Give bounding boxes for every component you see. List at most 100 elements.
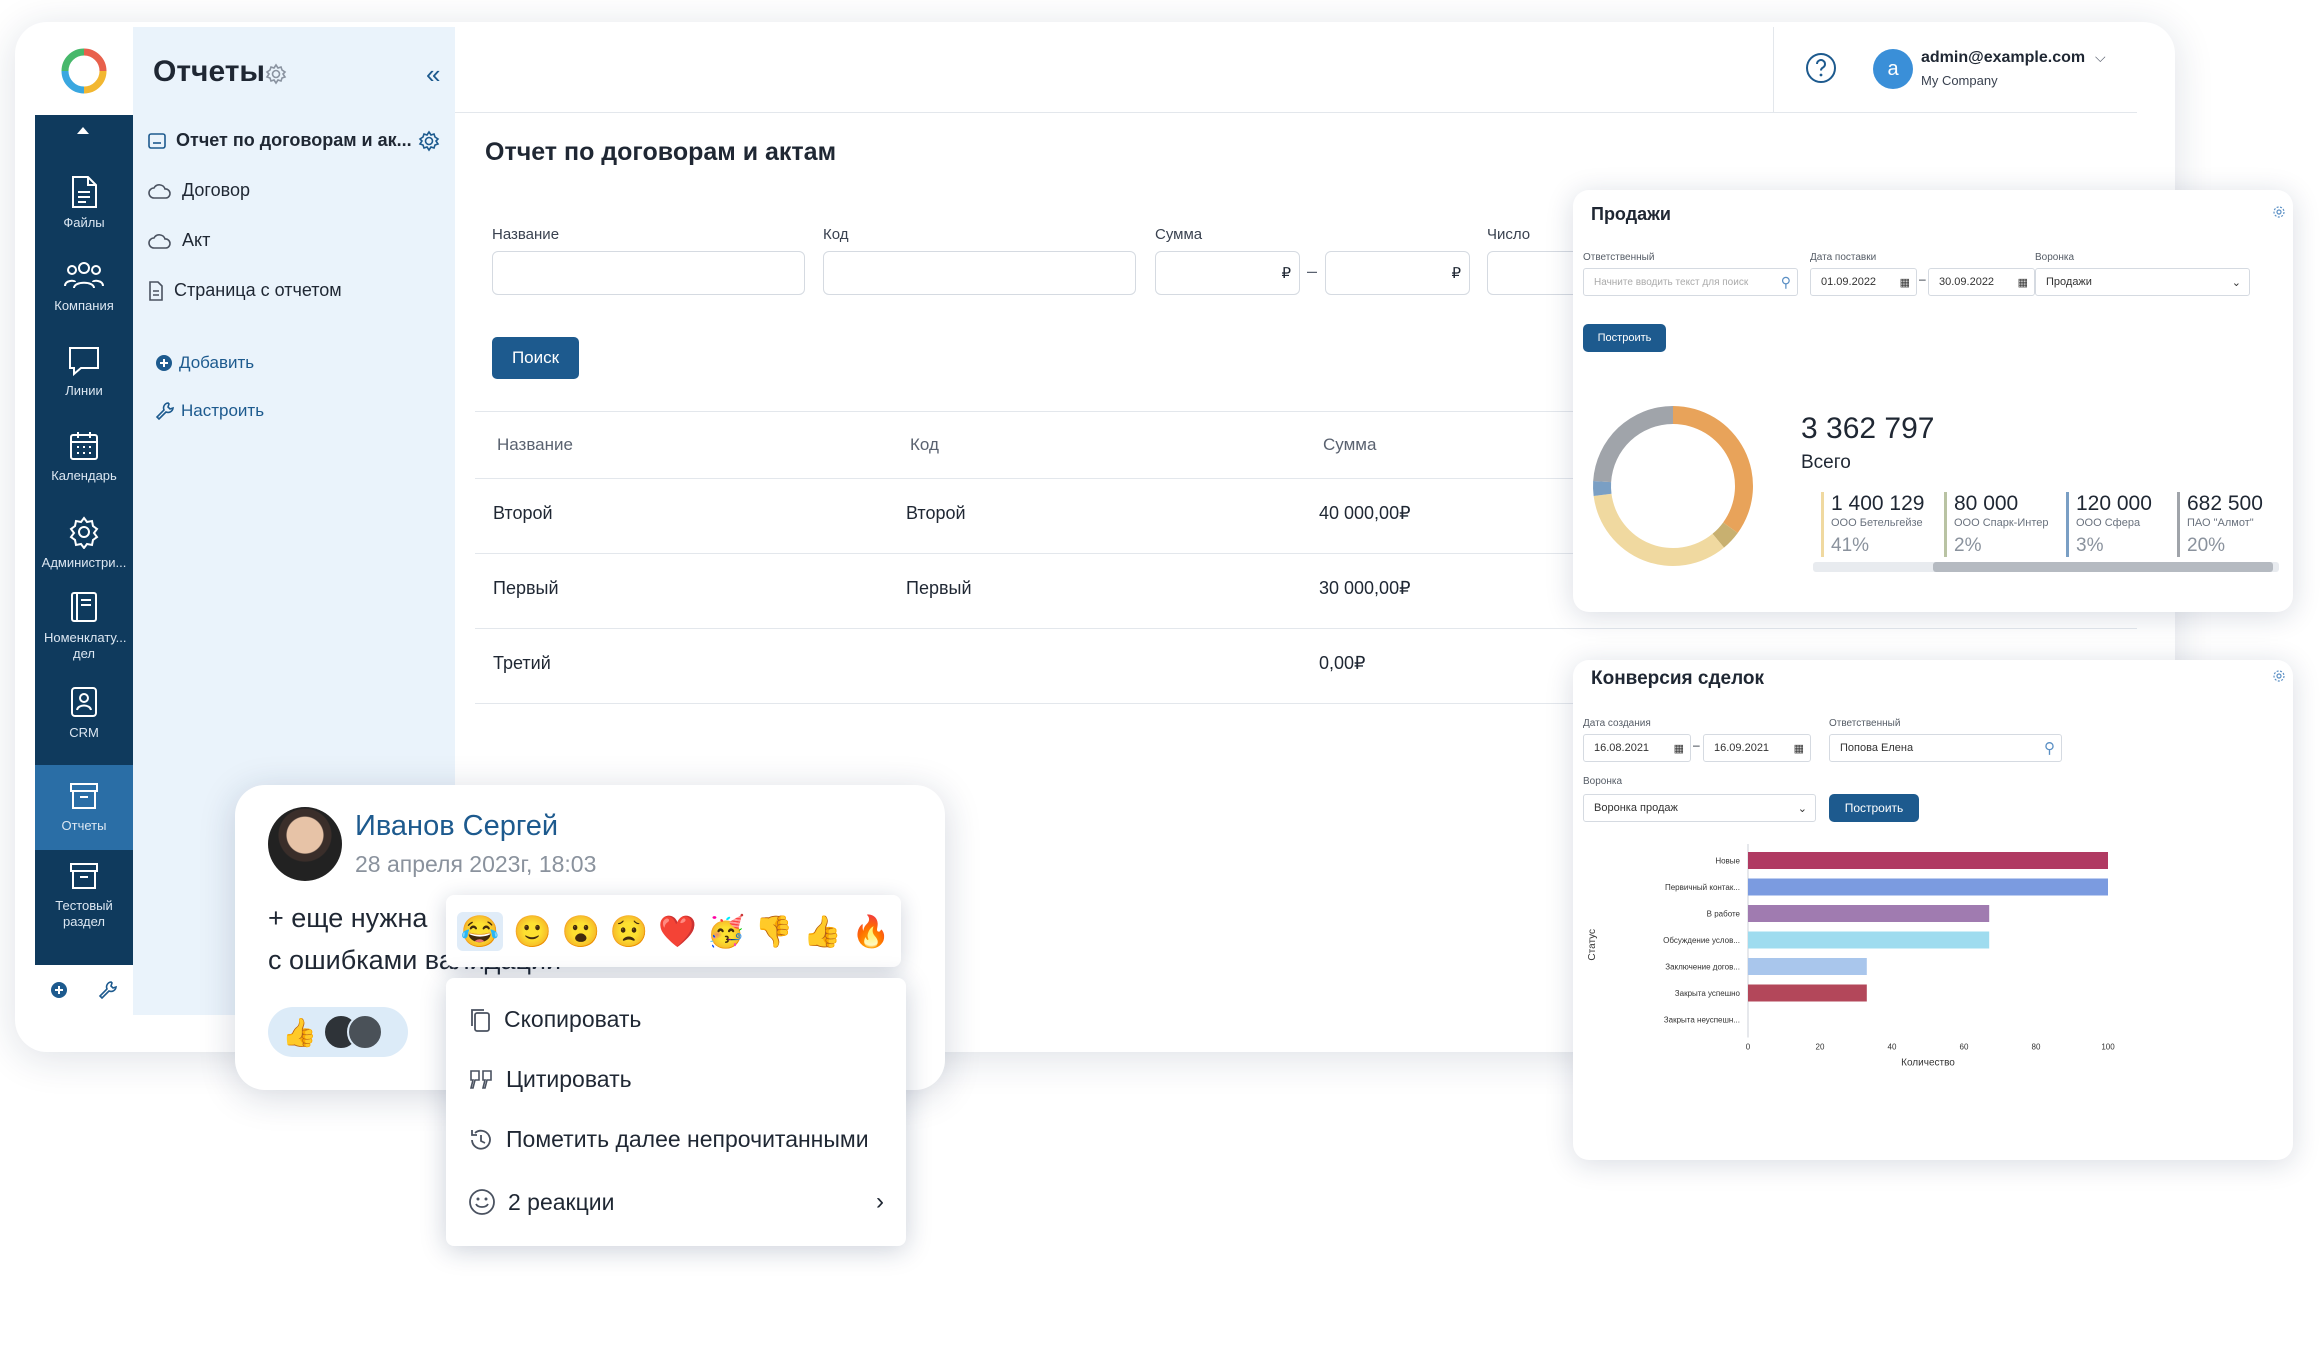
rail-item-crm[interactable]: CRM	[35, 685, 133, 740]
panel-item-report[interactable]: Отчет по договорам и ак...	[148, 130, 412, 151]
people-icon	[64, 262, 104, 289]
panel-item-report-page[interactable]: Страница с отчетом	[148, 280, 342, 301]
created-from-input[interactable]: 16.08.2021 ▦	[1583, 734, 1691, 762]
responsible-input[interactable]: Попова Елена ⚲	[1829, 734, 2062, 762]
search-button[interactable]: Поиск	[492, 337, 579, 379]
section-settings-icon[interactable]	[265, 63, 287, 85]
date-to-input[interactable]: 30.09.2022 ▦	[1928, 268, 2035, 296]
responsible-input[interactable]: Начните вводить текст для поиск ⚲	[1583, 268, 1798, 296]
table-cell: Второй	[906, 503, 966, 523]
book-icon	[71, 592, 97, 622]
table-cell: Первый	[493, 578, 559, 598]
rail-item-test[interactable]: Тестовый раздел	[35, 860, 133, 930]
widget-settings-icon[interactable]	[2273, 206, 2285, 218]
y-axis-label: Статус	[1587, 929, 1598, 961]
filter-name-input[interactable]	[492, 251, 805, 295]
menu-reactions[interactable]: 2 реакции ›	[468, 1188, 884, 1216]
rail-item-company[interactable]: Компания	[35, 260, 133, 313]
build-button[interactable]: Построить	[1829, 794, 1919, 822]
chevron-down-icon[interactable]: ⌵	[2095, 49, 2106, 66]
widget-settings-icon[interactable]	[2273, 670, 2285, 682]
rail-item-lines[interactable]: Линии	[35, 345, 133, 398]
menu-mark-unread[interactable]: Пометить далее непрочитанными	[468, 1126, 869, 1153]
table-cell: 30 000,00₽	[1319, 578, 1411, 598]
column-header[interactable]: Сумма	[1323, 435, 1376, 455]
donut-segment[interactable]	[1673, 406, 1753, 534]
reactor-avatar	[346, 1014, 383, 1050]
conversion-bar-chart: Новые Первичный контак... В работе Обсужден…	[1587, 844, 2115, 1069]
breakdown-name: ООО Спарк-Интер	[1954, 517, 2049, 529]
reaction-chip[interactable]: 👍	[268, 1007, 408, 1057]
rail-item-reports[interactable]: Отчеты	[35, 765, 133, 850]
collapse-up-icon[interactable]	[77, 127, 89, 134]
report-settings-icon[interactable]	[418, 130, 440, 152]
emoji-worried[interactable]: 😟	[610, 916, 649, 947]
emoji-heart[interactable]: ❤️	[658, 916, 697, 947]
collapse-panel-icon[interactable]: «	[426, 59, 440, 90]
rail-item-files[interactable]: Файлы	[35, 175, 133, 230]
panel-item-contract[interactable]: Договор	[148, 180, 250, 201]
created-to-input[interactable]: 16.09.2021 ▦	[1703, 734, 1811, 762]
filter-number-input[interactable]	[1487, 251, 1587, 295]
column-header[interactable]: Код	[910, 435, 939, 455]
bar[interactable]	[1748, 958, 1867, 975]
emoji-thumbs-up[interactable]: 👍	[803, 916, 842, 947]
avatar[interactable]: a	[1873, 49, 1913, 89]
user-email[interactable]: admin@example.com	[1921, 49, 2085, 67]
bar[interactable]	[1748, 852, 2108, 869]
message-author[interactable]: Иванов Сергей	[355, 810, 558, 843]
message-date: 28 апреля 2023г, 18:03	[355, 851, 597, 877]
sales-breakdown: 1 400 129 ООО Бетельгейзе 41% 80 000 ООО Спа…	[1821, 492, 2291, 557]
date-from-input[interactable]: 01.09.2022 ▦	[1810, 268, 1917, 296]
bar[interactable]	[1748, 905, 1990, 922]
column-header[interactable]: Название	[497, 435, 573, 455]
wrench-icon	[155, 402, 174, 421]
section-title: Отчеты	[153, 55, 266, 88]
chevron-right-icon: ›	[876, 1188, 884, 1215]
wrench-icon[interactable]	[98, 980, 118, 1000]
rail-item-nomenclature[interactable]: Номенклату... дел	[35, 590, 133, 662]
table-cell: Второй	[493, 503, 553, 523]
x-tick-label: 40	[1888, 1043, 1897, 1052]
filter-sum-from-input[interactable]: ₽	[1155, 251, 1300, 295]
help-icon[interactable]	[1805, 52, 1837, 84]
donut-segment[interactable]	[1593, 480, 1612, 497]
breakdown-scrollbar[interactable]	[1813, 562, 2279, 572]
build-button[interactable]: Построить	[1583, 324, 1666, 352]
filter-sum-label: Сумма	[1155, 226, 1203, 243]
rail-item-admin[interactable]: Администри...	[35, 515, 133, 570]
emoji-party[interactable]: 🥳	[707, 916, 746, 947]
emoji-surprised[interactable]: 😮	[562, 916, 601, 947]
table-cell: 40 000,00₽	[1319, 503, 1411, 523]
configure-button[interactable]: Настроить	[155, 401, 264, 421]
app-logo[interactable]	[35, 27, 133, 115]
breakdown-percent: 2%	[1954, 535, 1982, 556]
panel-item-act[interactable]: Акт	[148, 230, 210, 251]
rail-item-calendar[interactable]: Календарь	[35, 430, 133, 483]
bar[interactable]	[1748, 878, 2108, 896]
add-button[interactable]: Добавить	[155, 353, 254, 373]
author-avatar[interactable]	[268, 807, 342, 881]
funnel-select[interactable]: Продажи ⌄	[2035, 268, 2250, 296]
donut-segment[interactable]	[1593, 493, 1724, 566]
page-icon	[149, 280, 163, 301]
sales-total-label: Всего	[1801, 452, 1851, 473]
filter-code-input[interactable]	[823, 251, 1136, 295]
history-icon	[471, 1129, 491, 1150]
filter-name-label: Название	[492, 226, 560, 243]
breakdown-item: 120 000 ООО Сфера 3%	[2066, 492, 2152, 557]
menu-quote[interactable]: Цитировать	[468, 1066, 632, 1093]
donut-segment[interactable]	[1593, 406, 1673, 483]
emoji-thumbs-down[interactable]: 👎	[755, 916, 794, 947]
conversion-title: Конверсия сделок	[1591, 668, 1765, 689]
menu-copy[interactable]: Скопировать	[468, 1006, 641, 1033]
emoji-smile[interactable]: 🙂	[513, 916, 552, 947]
filter-sum-to-input[interactable]: ₽	[1325, 251, 1470, 295]
calendar-icon: ▦	[1673, 742, 1684, 755]
emoji-fire[interactable]: 🔥	[851, 916, 890, 947]
plus-circle-icon[interactable]	[50, 981, 68, 999]
bar[interactable]	[1748, 931, 1990, 949]
emoji-laugh[interactable]: 😂	[456, 911, 504, 951]
funnel-select[interactable]: Воронка продаж ⌄	[1583, 794, 1816, 822]
bar[interactable]	[1748, 984, 1867, 1002]
